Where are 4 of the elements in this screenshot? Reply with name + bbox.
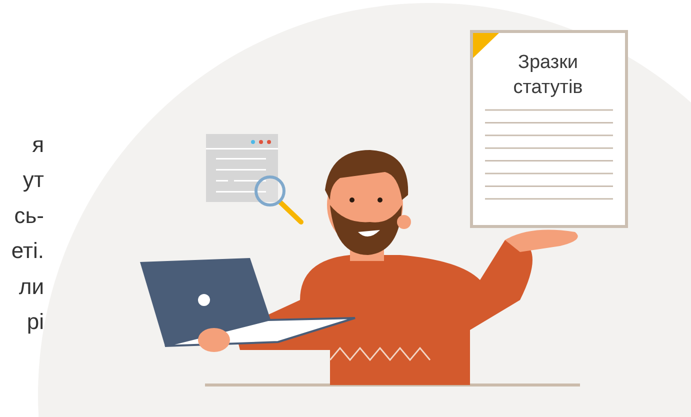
paragraph-fragment: я ут сь- еті. ли рі (10, 131, 44, 336)
document-title: Зразки статутів (513, 52, 583, 98)
magnifier-icon (254, 176, 304, 224)
browser-window-icon (206, 134, 278, 202)
